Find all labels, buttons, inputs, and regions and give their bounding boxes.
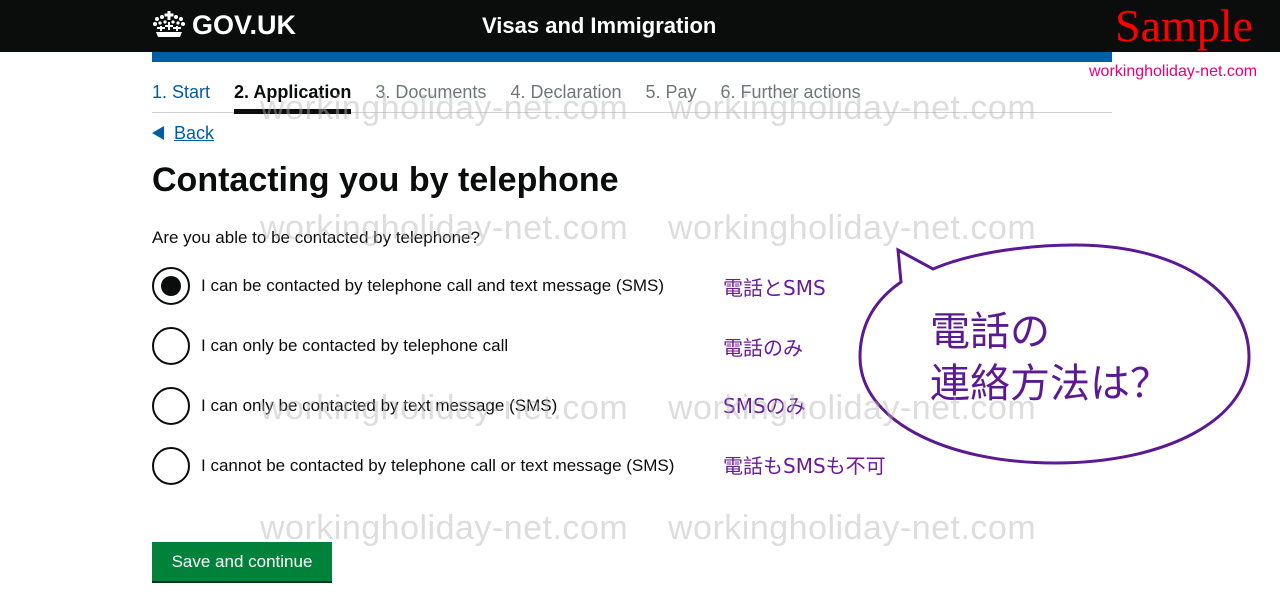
save-and-continue-button[interactable]: Save and continue [152,542,332,581]
option-label: I can only be contacted by telephone cal… [201,336,509,355]
progress-steps: 1. Start 2. Application 3. Documents 4. … [152,80,1112,114]
step-pay: 5. Pay [645,82,697,102]
step-documents: 3. Documents [375,82,487,102]
option-label: I cannot be contacted by telephone call … [201,456,675,475]
back-link[interactable]: Back [152,121,214,145]
logo-text: GOV.UK [192,10,297,40]
option-label: I can be contacted by telephone call and… [201,276,665,295]
step-declaration: 4. Declaration [510,82,622,102]
watermark: workingholiday-net.com [668,509,1037,547]
header-blue-bar [152,52,1112,62]
service-name-link[interactable]: Visas and Immigration [482,12,716,40]
step-application: 2. Application [234,80,352,114]
page-title: Contacting you by telephone [152,161,619,199]
option-call-and-sms[interactable]: I can be contacted by telephone call and… [152,266,664,306]
radio-no-contact[interactable] [152,447,190,485]
sample-label: Sample [1115,0,1253,51]
back-label: Back [174,123,215,143]
option-sms-only[interactable]: I can only be contacted by text message … [152,386,557,426]
header-bar: GOV.UK Visas and Immigration Sample [0,0,1280,52]
annotation-call-only: 電話のみ [723,336,803,360]
annotation-call-and-sms: 電話とSMS [723,276,826,300]
crown-icon [153,11,185,37]
annotation-sms-only: SMSのみ [723,394,806,418]
bubble-line-2: 連絡方法は？ [930,361,1170,407]
govuk-logo-link[interactable]: GOV.UK [152,9,296,41]
radio-sms-only[interactable] [152,387,190,425]
radio-call-and-sms[interactable] [152,267,190,305]
bubble-line-1: 電話の [930,309,1050,355]
step-further-actions: 6. Further actions [720,82,861,102]
step-start[interactable]: 1. Start [152,80,210,113]
bubble-text: 電話の 連絡方法は？ [930,306,1170,410]
question-label: Are you able to be contacted by telephon… [152,228,480,247]
option-call-only[interactable]: I can only be contacted by telephone cal… [152,326,508,366]
option-label: I can only be contacted by text message … [201,396,558,415]
option-no-contact[interactable]: I cannot be contacted by telephone call … [152,446,674,486]
radio-call-only[interactable] [152,327,190,365]
back-arrow-icon [152,126,164,140]
site-url-label: workingholiday-net.com [1089,63,1258,80]
